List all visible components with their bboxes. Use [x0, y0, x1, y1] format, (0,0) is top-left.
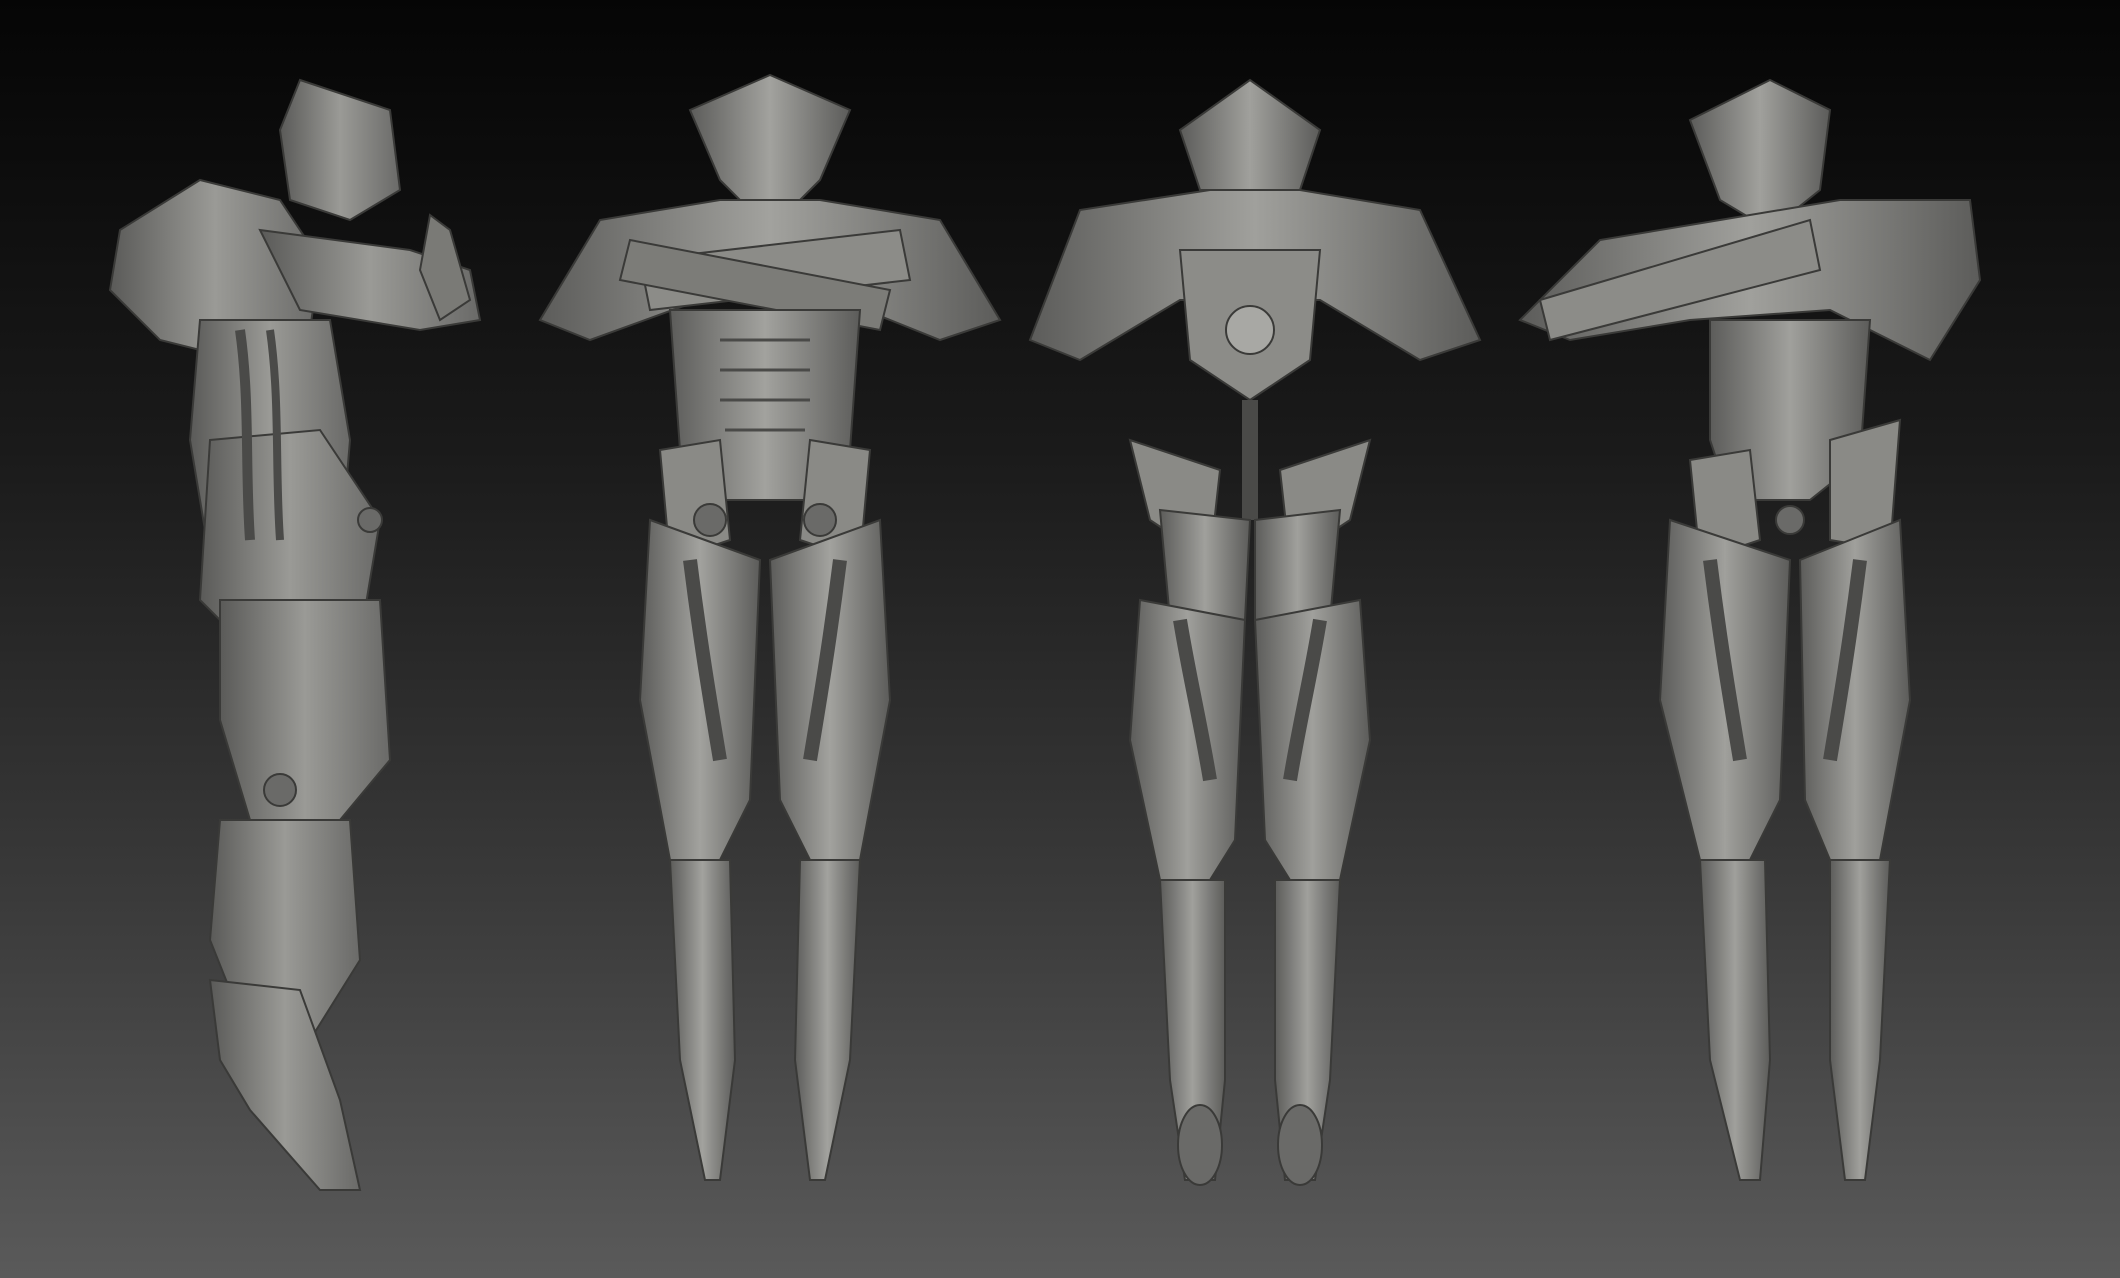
three-quarter-view-sculpt: [1518, 78, 1982, 1181]
side-view-sculpt: [108, 78, 482, 1191]
figure-back-view: [1010, 0, 1490, 1278]
front-view-sculpt: [538, 73, 1002, 1181]
figure-three-quarter-view: [1510, 0, 2010, 1278]
render-viewport: [0, 0, 2120, 1278]
back-view-sculpt: [1028, 78, 1482, 1186]
figure-side-view: [80, 0, 510, 1278]
figure-front-view: [520, 0, 1010, 1278]
